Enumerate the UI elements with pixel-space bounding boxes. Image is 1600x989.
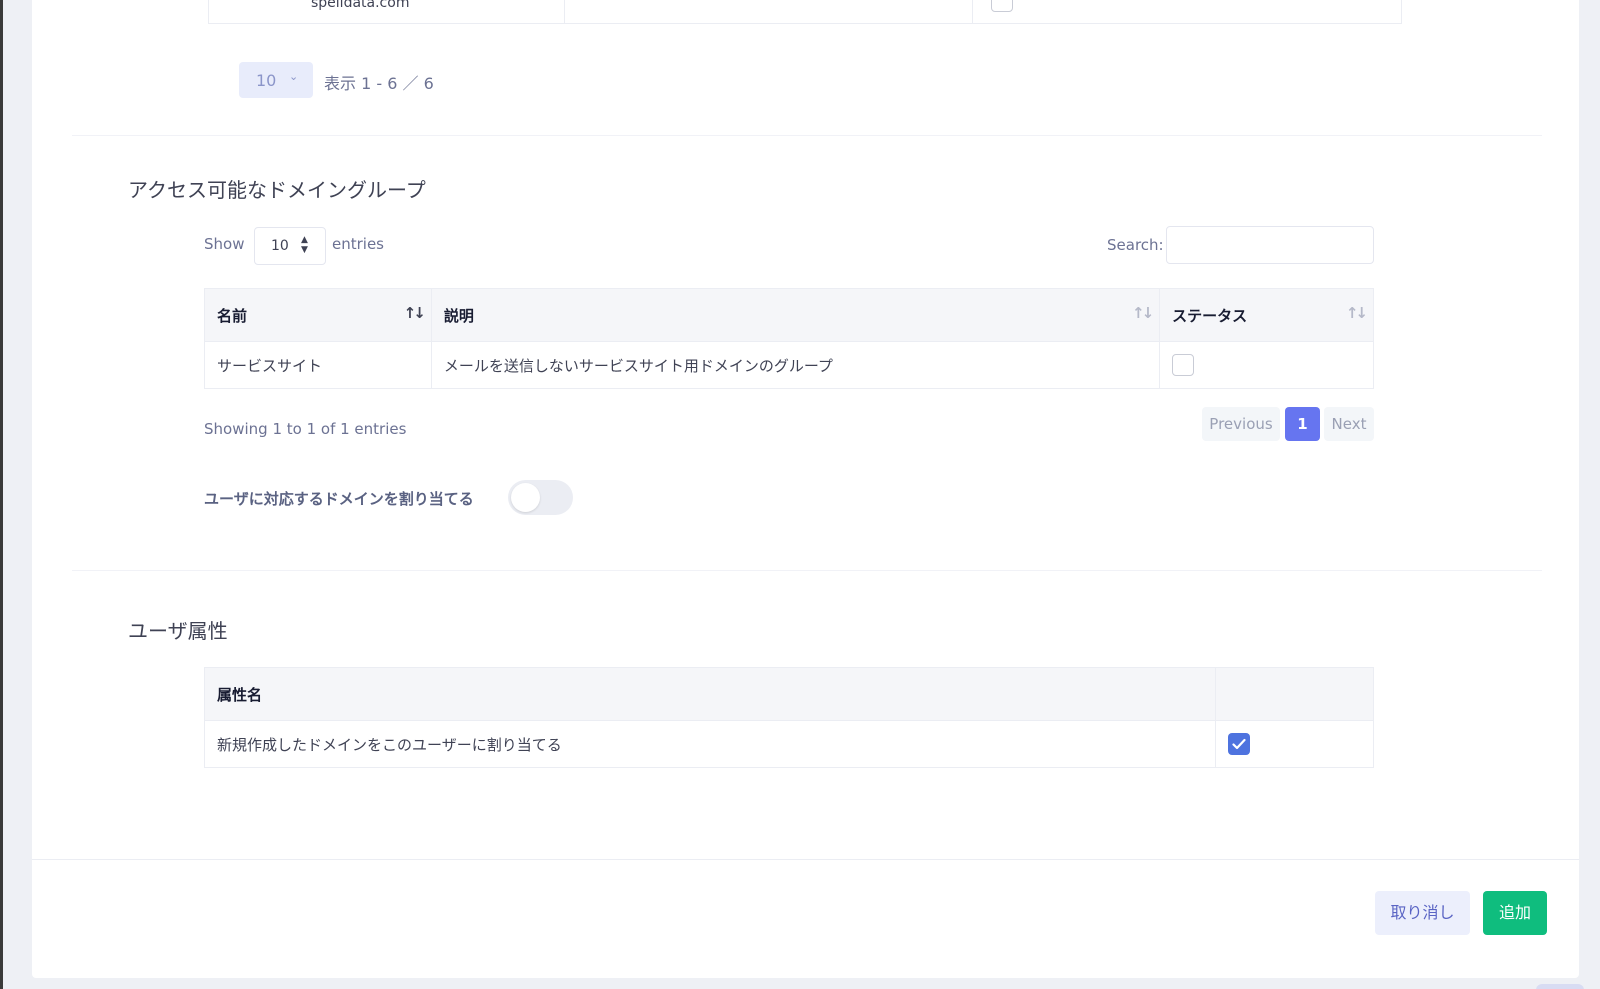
entries-label: entries bbox=[332, 235, 384, 253]
group-status-cell bbox=[1159, 341, 1374, 389]
attribute-name-cell: 新規作成したドメインをこのユーザーに割り当てる bbox=[203, 720, 1217, 768]
chevron-down-icon: ⌄ bbox=[289, 70, 299, 83]
sort-icon: ↑↓ bbox=[1132, 304, 1154, 322]
entries-length-value: 10 bbox=[271, 238, 289, 254]
assign-domain-toggle-label: ユーザに対応するドメインを割り当てる bbox=[204, 490, 474, 508]
sort-icon: ↑↓ bbox=[403, 304, 426, 322]
status-checkbox[interactable] bbox=[1172, 354, 1195, 376]
attribute-checkbox-cell bbox=[1215, 720, 1374, 768]
form-card: spelldata.com 10 ⌄ 表示 1 - 6 ／ 6 アクセス可能なド… bbox=[32, 0, 1579, 978]
cancel-button[interactable]: 取り消し bbox=[1375, 891, 1470, 935]
group-name-cell: サービスサイト bbox=[204, 341, 432, 389]
entries-length-select[interactable]: 10 ▲ ▼ bbox=[254, 227, 326, 265]
page-size-select[interactable]: 10 ⌄ bbox=[239, 62, 313, 98]
column-header-attribute-name: 属性名 bbox=[203, 667, 1217, 721]
scroll-top-button[interactable] bbox=[1536, 984, 1584, 989]
user-attributes-table: 属性名 新規作成したドメインをこのユーザーに割り当てる bbox=[203, 667, 1374, 768]
domain-groups-table: 名前 ↑↓ 説明 ↑↓ ステータス ↑↓ サービスサイト メールを送信しないサー… bbox=[204, 288, 1374, 389]
column-header-label: ステータス bbox=[1172, 306, 1248, 325]
show-label: Show bbox=[204, 235, 245, 253]
group-description-cell: メールを送信しないサービスサイト用ドメインのグループ bbox=[430, 341, 1161, 389]
section-divider bbox=[72, 135, 1542, 136]
section-divider bbox=[72, 570, 1542, 571]
column-header-description[interactable]: 説明 ↑↓ bbox=[430, 288, 1161, 342]
window-edge bbox=[0, 0, 3, 989]
section-title-domain-groups: アクセス可能なドメイングループ bbox=[128, 178, 426, 202]
sort-arrows-icon: ▲ ▼ bbox=[301, 235, 308, 255]
column-header-label: 名前 bbox=[217, 306, 248, 325]
search-label: Search: bbox=[1107, 236, 1164, 254]
search-input[interactable] bbox=[1166, 226, 1374, 264]
column-header-status[interactable]: ステータス ↑↓ bbox=[1159, 288, 1374, 342]
domain-name-cell: spelldata.com bbox=[311, 0, 410, 11]
table-header-row: 名前 ↑↓ 説明 ↑↓ ステータス ↑↓ bbox=[204, 288, 1374, 342]
table-row: 新規作成したドメインをこのユーザーに割り当てる bbox=[203, 720, 1374, 768]
pagination-previous-button[interactable]: Previous bbox=[1202, 407, 1280, 441]
row-checkbox[interactable] bbox=[991, 0, 1013, 12]
table-info: Showing 1 to 1 of 1 entries bbox=[204, 420, 407, 438]
table-header-row: 属性名 bbox=[203, 667, 1374, 721]
attribute-checkbox[interactable] bbox=[1228, 733, 1251, 755]
assign-domain-toggle[interactable] bbox=[508, 480, 573, 515]
table-row: サービスサイト メールを送信しないサービスサイト用ドメインのグループ bbox=[204, 341, 1374, 389]
footer-divider bbox=[32, 859, 1579, 860]
pagination-page-1-button[interactable]: 1 bbox=[1285, 407, 1320, 441]
toggle-knob bbox=[511, 483, 540, 512]
pager-info: 表示 1 - 6 ／ 6 bbox=[324, 74, 434, 93]
sort-icon: ↑↓ bbox=[1345, 304, 1368, 322]
domains-table: spelldata.com bbox=[208, 0, 1402, 24]
check-icon bbox=[1232, 738, 1246, 750]
add-button[interactable]: 追加 bbox=[1483, 891, 1547, 935]
pagination-next-button[interactable]: Next bbox=[1324, 407, 1374, 441]
table-cell: spelldata.com bbox=[209, 0, 565, 23]
column-header-name[interactable]: 名前 ↑↓ bbox=[204, 288, 432, 342]
column-header-empty bbox=[1215, 667, 1374, 721]
table-cell bbox=[565, 0, 973, 23]
page-size-value: 10 bbox=[256, 71, 277, 90]
section-title-user-attributes: ユーザ属性 bbox=[128, 619, 228, 643]
column-header-label: 説明 bbox=[443, 306, 474, 325]
